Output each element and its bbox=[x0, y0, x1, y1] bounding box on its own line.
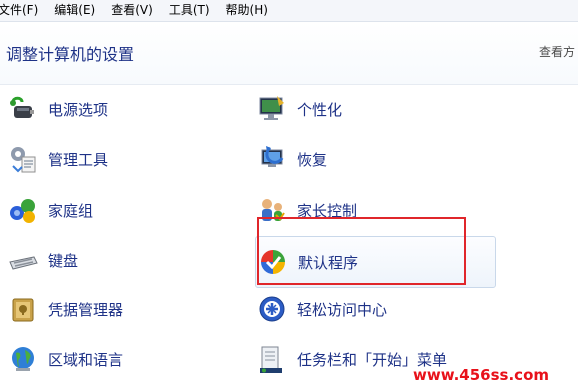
recovery-icon bbox=[255, 142, 289, 176]
item-power-options[interactable]: 电源选项 bbox=[6, 89, 108, 129]
item-label: 区域和语言 bbox=[48, 350, 124, 369]
item-label: 电源选项 bbox=[48, 100, 109, 119]
power-options-icon bbox=[6, 92, 40, 126]
item-label: 管理工具 bbox=[48, 150, 109, 169]
item-homegroup[interactable]: 家庭组 bbox=[6, 190, 93, 230]
homegroup-icon bbox=[6, 193, 40, 227]
admin-tools-icon bbox=[6, 142, 40, 176]
watermark: www.456ss.com bbox=[413, 366, 550, 384]
item-label: 凭据管理器 bbox=[48, 300, 124, 319]
item-keyboard[interactable]: 键盘 bbox=[6, 240, 78, 280]
item-admin-tools[interactable]: 管理工具 bbox=[6, 139, 108, 179]
item-personalization[interactable]: 个性化 bbox=[255, 89, 342, 129]
page-title: 调整计算机的设置 bbox=[6, 45, 135, 64]
item-label: 轻松访问中心 bbox=[297, 300, 388, 319]
menu-help[interactable]: 帮助(H) bbox=[226, 0, 268, 21]
item-label: 键盘 bbox=[48, 251, 79, 270]
page-header: 调整计算机的设置 查看方 bbox=[0, 22, 578, 84]
item-label: 个性化 bbox=[297, 100, 343, 119]
header-divider bbox=[0, 84, 578, 85]
view-by-link[interactable]: 查看方 bbox=[539, 43, 575, 60]
taskbar-start-menu-icon bbox=[255, 342, 289, 376]
item-recovery[interactable]: 恢复 bbox=[255, 139, 327, 179]
menu-edit[interactable]: 编辑(E) bbox=[54, 0, 95, 21]
item-label: 恢复 bbox=[297, 150, 328, 169]
item-label: 家庭组 bbox=[48, 201, 94, 220]
item-ease-of-access[interactable]: 轻松访问中心 bbox=[255, 289, 387, 329]
ease-of-access-icon bbox=[255, 292, 289, 326]
credential-manager-icon bbox=[6, 292, 40, 326]
menu-file[interactable]: 文件(F) bbox=[0, 0, 38, 21]
menu-view[interactable]: 查看(V) bbox=[111, 0, 153, 21]
item-credential-manager[interactable]: 凭据管理器 bbox=[6, 289, 123, 329]
menu-tools[interactable]: 工具(T) bbox=[169, 0, 210, 21]
item-region-language[interactable]: 区域和语言 bbox=[6, 339, 123, 379]
personalization-icon bbox=[255, 92, 289, 126]
keyboard-icon bbox=[6, 243, 40, 277]
highlight-box bbox=[257, 217, 466, 285]
menu-bar: 文件(F) 编辑(E) 查看(V) 工具(T) 帮助(H) bbox=[0, 0, 578, 22]
region-language-icon bbox=[6, 342, 40, 376]
